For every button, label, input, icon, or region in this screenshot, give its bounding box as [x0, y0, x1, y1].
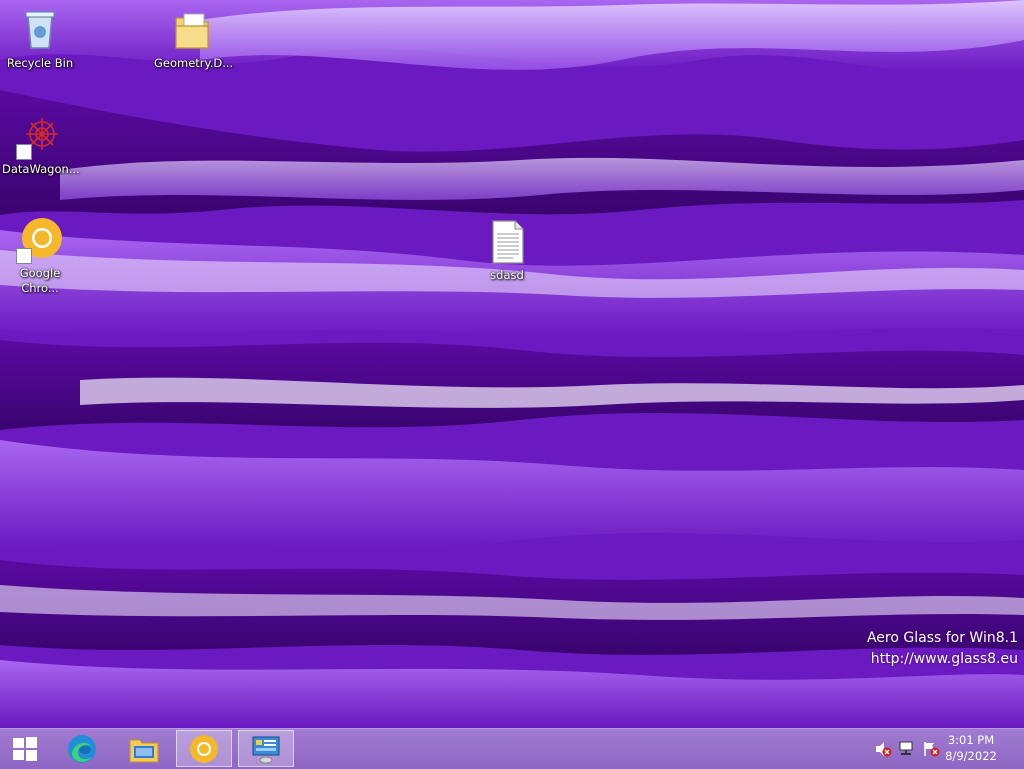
chrome-canary-icon — [190, 734, 218, 763]
desktop-icon-geometry-folder[interactable]: Geometry.D... — [152, 6, 234, 71]
windows-logo-icon — [13, 736, 37, 761]
chrome-canary-icon — [16, 216, 64, 264]
start-button[interactable] — [0, 730, 50, 767]
text-file-icon — [483, 218, 531, 266]
desktop[interactable]: Recycle Bin Geometry.D... DataWagon... G… — [0, 0, 1024, 728]
folder-icon — [168, 6, 216, 54]
shortcut-arrow-icon — [16, 144, 32, 160]
taskbar-control-panel-button[interactable] — [238, 730, 294, 767]
control-panel-icon — [252, 736, 280, 763]
volume-muted-icon[interactable] — [874, 741, 892, 757]
desktop-icon-label: sdasd — [490, 268, 524, 282]
desktop-icon-google-chrome[interactable]: Google Chro... — [0, 216, 80, 296]
aero-glass-watermark: Aero Glass for Win8.1 http://www.glass8.… — [867, 628, 1018, 670]
edge-icon — [68, 734, 96, 763]
network-icon[interactable] — [898, 741, 916, 757]
clock-date: 8/9/2022 — [945, 749, 997, 763]
wallpaper — [0, 0, 1024, 728]
desktop-icon-label: Geometry.D... — [154, 56, 234, 70]
recycle-bin-icon — [16, 6, 64, 54]
desktop-icon-label: Google Chro... — [19, 266, 61, 295]
datawagon-icon — [16, 112, 64, 160]
desktop-icon-datawagon[interactable]: DataWagon... — [0, 112, 80, 177]
taskbar-file-explorer-button[interactable] — [116, 730, 172, 767]
taskbar-edge-button[interactable] — [54, 730, 110, 767]
desktop-icon-label: DataWagon... — [2, 162, 80, 176]
watermark-line-1: Aero Glass for Win8.1 — [866, 630, 1018, 646]
taskbar[interactable]: 3:01 PM 8/9/2022 — [0, 728, 1024, 769]
taskbar-clock[interactable]: 3:01 PM 8/9/2022 — [936, 732, 1006, 764]
shortcut-arrow-icon — [16, 248, 32, 264]
taskbar-chrome-button[interactable] — [176, 730, 232, 767]
desktop-icon-label: Recycle Bin — [6, 56, 74, 70]
desktop-icon-recycle-bin[interactable]: Recycle Bin — [0, 6, 80, 71]
desktop-icon-sdasd-file[interactable]: sdasd — [467, 218, 547, 283]
file-explorer-icon — [129, 739, 159, 762]
clock-time: 3:01 PM — [947, 733, 995, 747]
watermark-line-2: http://www.glass8.eu — [870, 651, 1018, 667]
